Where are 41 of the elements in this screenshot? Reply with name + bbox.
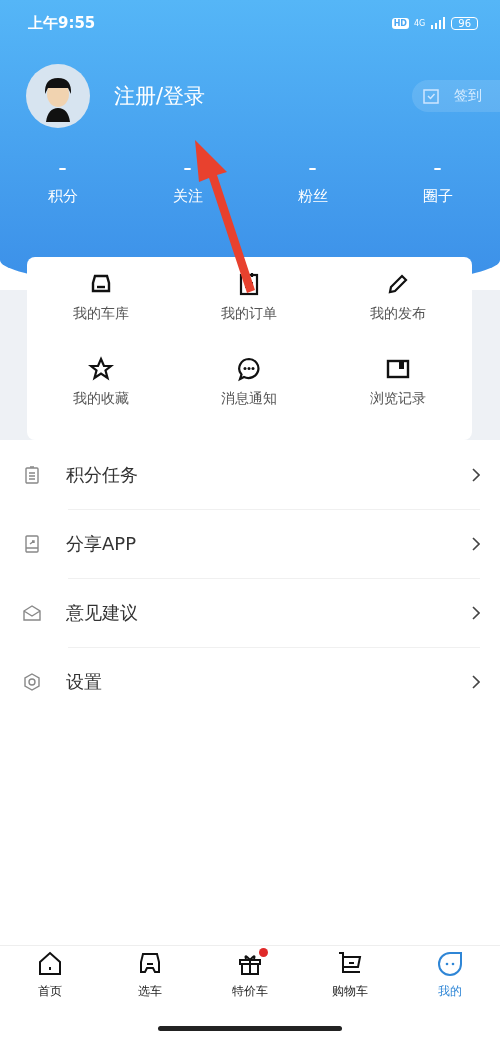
- stat-value: –: [308, 158, 317, 177]
- home-icon: [36, 950, 64, 978]
- phone-share-icon: [22, 533, 42, 554]
- shortcut-item[interactable]: 浏览记录: [323, 355, 472, 438]
- tab-item[interactable]: 首页: [0, 950, 100, 1010]
- face-icon: [436, 950, 464, 978]
- hd-indicator: HD: [391, 17, 409, 29]
- clipboard-icon: [22, 464, 42, 485]
- calendar-check-icon: [422, 87, 440, 105]
- shortcut-item[interactable]: 消息通知: [175, 355, 324, 438]
- avatar: [26, 64, 90, 128]
- stat-label: 圈子: [422, 187, 453, 206]
- shortcut-item[interactable]: 我的车库: [27, 271, 176, 353]
- chevron-right-icon: [472, 536, 480, 551]
- stat-label: 粉丝: [297, 187, 328, 206]
- tab-item[interactable]: 选车: [100, 950, 200, 1010]
- tab-item[interactable]: 购物车: [300, 950, 400, 1010]
- signal-icon: [430, 17, 447, 29]
- star-icon: [88, 355, 115, 382]
- chat-bubble-icon: [236, 355, 263, 382]
- chevron-right-icon: [472, 674, 480, 689]
- settings-icon: [22, 671, 42, 692]
- status-time: 上午9:55: [28, 13, 96, 33]
- battery-indicator: 96: [451, 16, 478, 30]
- stat-label: 关注: [172, 187, 203, 206]
- chevron-right-icon: [472, 467, 480, 482]
- chevron-right-icon: [472, 605, 480, 620]
- shortcut-item[interactable]: 我的收藏: [27, 355, 176, 438]
- tab-item[interactable]: 我的: [400, 950, 500, 1010]
- menu-item[interactable]: 分享APP: [0, 509, 500, 578]
- menu-item[interactable]: 意见建议: [0, 578, 500, 647]
- stat-label: 积分: [47, 187, 78, 206]
- shortcut-item[interactable]: 我的发布: [323, 271, 472, 353]
- stat-value: –: [433, 158, 442, 177]
- envelope-icon: [22, 602, 42, 623]
- tab-item[interactable]: 特价车: [200, 950, 300, 1010]
- stat-value: –: [183, 158, 192, 177]
- menu-item[interactable]: 积分任务: [0, 440, 500, 509]
- network-type: 4G: [413, 18, 426, 28]
- menu-item[interactable]: 设置: [0, 647, 500, 716]
- stat-value: –: [58, 158, 67, 177]
